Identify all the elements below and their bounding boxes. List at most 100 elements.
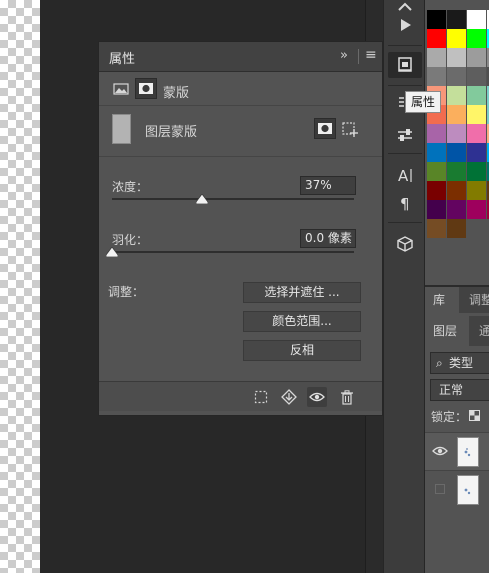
eye-icon[interactable]: [307, 387, 327, 407]
color-swatch[interactable]: [427, 48, 446, 67]
properties-panel-header[interactable]: 属性 » ≡: [99, 42, 382, 72]
density-field[interactable]: 37%: [300, 176, 356, 195]
refine-label: 调整：: [108, 285, 145, 299]
mask-mode-icon[interactable]: [135, 78, 157, 99]
blend-mode-select[interactable]: 正常: [430, 379, 489, 401]
properties-panel: 属性 » ≡ 蒙版 图层蒙版 浓度： 37% 羽化： 0.0 像素 调整： 选择…: [98, 41, 383, 416]
select-pixel-mask-icon[interactable]: [314, 118, 336, 139]
strip-divider: [388, 45, 422, 46]
blend-mode-value: 正常: [439, 383, 464, 397]
strip-divider: [388, 153, 422, 154]
color-swatch[interactable]: [447, 181, 466, 200]
color-swatch[interactable]: [447, 105, 466, 124]
sliders-icon[interactable]: [388, 122, 422, 148]
play-icon[interactable]: [388, 12, 422, 38]
tab-libraries[interactable]: 库: [425, 287, 459, 313]
lock-transparent-pixels-icon[interactable]: [469, 410, 480, 421]
color-swatch[interactable]: [467, 67, 486, 86]
pixel-mask-image-icon[interactable]: [113, 81, 129, 97]
strip-divider: [388, 85, 422, 86]
library-tab-bar: 库 调整: [425, 287, 489, 313]
add-vector-mask-icon[interactable]: [341, 120, 359, 138]
tab-channels[interactable]: 通道: [471, 316, 489, 346]
transparent-canvas: [0, 0, 40, 573]
select-and-mask-button[interactable]: 选择并遮住 ...: [243, 282, 361, 303]
feather-field[interactable]: 0.0 像素: [300, 229, 356, 248]
collapsed-panel-strip: A ¶: [383, 0, 425, 573]
color-swatch[interactable]: [447, 200, 466, 219]
tab-layers[interactable]: 图层: [425, 316, 469, 346]
header-divider: [358, 49, 359, 64]
layer-thumbnail: [457, 437, 479, 467]
color-swatch[interactable]: [467, 162, 486, 181]
color-swatch[interactable]: [427, 219, 446, 238]
filter-kind-label: 类型: [449, 356, 474, 370]
divider: [99, 156, 382, 157]
mask-type-label: 图层蒙版: [145, 125, 198, 140]
color-swatch[interactable]: [447, 124, 466, 143]
panel-footer: [99, 381, 382, 411]
swatches-panel: [425, 0, 489, 285]
color-swatch[interactable]: [447, 29, 466, 48]
trash-icon[interactable]: [337, 387, 357, 407]
eye-icon[interactable]: [432, 445, 448, 460]
color-swatch[interactable]: [467, 105, 486, 124]
color-swatch[interactable]: [447, 67, 466, 86]
layer-row[interactable]: [425, 432, 489, 470]
color-swatch[interactable]: [467, 48, 486, 67]
invert-button[interactable]: 反相: [243, 340, 361, 361]
mask-tab-label: 蒙版: [163, 86, 190, 101]
color-swatch[interactable]: [467, 10, 486, 29]
color-range-button[interactable]: 颜色范围...: [243, 311, 361, 332]
color-swatch[interactable]: [427, 200, 446, 219]
layer-thumbnail: [457, 475, 479, 505]
color-swatch[interactable]: [447, 10, 466, 29]
tab-adjustments[interactable]: 调整: [461, 287, 489, 313]
color-swatch[interactable]: [467, 124, 486, 143]
svg-text:A: A: [398, 167, 409, 184]
visibility-toggle-empty[interactable]: [435, 484, 445, 494]
color-swatch[interactable]: [467, 219, 486, 238]
strip-divider: [388, 222, 422, 223]
properties-icon[interactable]: [388, 52, 422, 78]
color-swatch[interactable]: [467, 143, 486, 162]
load-selection-icon[interactable]: [251, 387, 271, 407]
mask-thumbnail: [112, 114, 131, 144]
color-swatch[interactable]: [467, 200, 486, 219]
layers-panel: ⌕ 类型 正常 锁定：: [425, 346, 489, 573]
color-swatch[interactable]: [447, 162, 466, 181]
lock-label: 锁定：: [431, 410, 468, 424]
character-icon[interactable]: A: [388, 162, 422, 188]
apply-mask-icon[interactable]: [279, 387, 299, 407]
collapse-panel-icon[interactable]: »: [340, 48, 348, 63]
color-swatch[interactable]: [467, 181, 486, 200]
color-swatch[interactable]: [427, 162, 446, 181]
panel-title: 属性: [109, 52, 136, 67]
color-swatch[interactable]: [467, 29, 486, 48]
layers-tab-bar: 图层 通道: [425, 316, 489, 346]
color-swatch[interactable]: [467, 86, 486, 105]
search-icon: ⌕: [436, 356, 443, 370]
color-swatch[interactable]: [427, 143, 446, 162]
feather-slider-track[interactable]: [112, 251, 354, 253]
color-swatch[interactable]: [427, 67, 446, 86]
layer-filter-field[interactable]: ⌕ 类型: [430, 352, 489, 374]
paragraph-icon[interactable]: ¶: [388, 190, 422, 216]
color-swatch[interactable]: [427, 29, 446, 48]
svg-text:¶: ¶: [400, 195, 410, 212]
color-swatch[interactable]: [427, 124, 446, 143]
panel-menu-icon[interactable]: ≡: [365, 47, 377, 63]
density-label: 浓度：: [112, 180, 149, 194]
feather-label: 羽化：: [112, 233, 149, 247]
color-swatch[interactable]: [447, 219, 466, 238]
layer-row[interactable]: [425, 470, 489, 508]
3d-cube-icon[interactable]: [388, 231, 422, 257]
color-swatch[interactable]: [447, 86, 466, 105]
divider: [99, 105, 382, 106]
color-swatch[interactable]: [447, 48, 466, 67]
color-swatch[interactable]: [427, 181, 446, 200]
density-slider-track[interactable]: [112, 198, 354, 200]
color-swatch[interactable]: [427, 10, 446, 29]
color-swatch[interactable]: [447, 143, 466, 162]
tooltip: 属性: [405, 91, 442, 113]
